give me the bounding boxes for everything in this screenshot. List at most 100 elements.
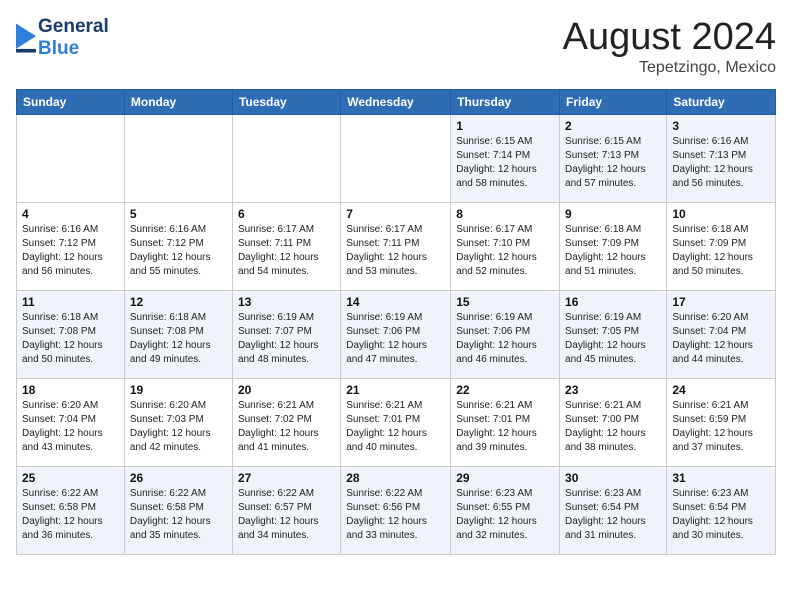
week-row-5: 25 Sunrise: 6:22 AM Sunset: 6:58 PM Dayli…: [17, 467, 776, 555]
calendar-cell: 4 Sunrise: 6:16 AM Sunset: 7:12 PM Daylig…: [17, 203, 125, 291]
day-info: Sunrise: 6:19 AM Sunset: 7:06 PM Dayligh…: [456, 311, 554, 367]
day-number: 20: [238, 383, 335, 397]
day-number: 22: [456, 383, 554, 397]
calendar-cell: 1 Sunrise: 6:15 AM Sunset: 7:14 PM Daylig…: [451, 115, 560, 203]
day-info: Sunrise: 6:16 AM Sunset: 7:12 PM Dayligh…: [22, 223, 119, 279]
calendar-cell: 5Sunrise: 6:16 AM Sunset: 7:12 PM Daylig…: [124, 203, 232, 291]
day-info: Sunrise: 6:15 AM Sunset: 7:13 PM Dayligh…: [565, 135, 661, 191]
day-info: Sunrise: 6:19 AM Sunset: 7:05 PM Dayligh…: [565, 311, 661, 367]
calendar-cell: 31 Sunrise: 6:23 AM Sunset: 6:54 PM Dayli…: [667, 467, 776, 555]
calendar-cell: 2 Sunrise: 6:15 AM Sunset: 7:13 PM Daylig…: [560, 115, 667, 203]
day-number: 18: [22, 383, 119, 397]
calendar-cell: [17, 115, 125, 203]
week-row-3: 11 Sunrise: 6:18 AM Sunset: 7:08 PM Dayli…: [17, 291, 776, 379]
day-info: Sunrise: 6:21 AM Sunset: 7:01 PM Dayligh…: [346, 399, 445, 455]
weekday-header-saturday: Saturday: [667, 90, 776, 115]
day-number: 14: [346, 295, 445, 309]
day-number: 19: [130, 383, 227, 397]
day-info: Sunrise: 6:15 AM Sunset: 7:14 PM Dayligh…: [456, 135, 554, 191]
calendar-cell: [232, 115, 340, 203]
day-info: Sunrise: 6:20 AM Sunset: 7:03 PM Dayligh…: [130, 399, 227, 455]
week-row-4: 18 Sunrise: 6:20 AM Sunset: 7:04 PM Dayli…: [17, 379, 776, 467]
day-number: 15: [456, 295, 554, 309]
day-info: Sunrise: 6:18 AM Sunset: 7:08 PM Dayligh…: [22, 311, 119, 367]
calendar-cell: [341, 115, 451, 203]
calendar-cell: 6 Sunrise: 6:17 AM Sunset: 7:11 PM Daylig…: [232, 203, 340, 291]
logo: General Blue: [16, 16, 109, 60]
calendar-cell: 15 Sunrise: 6:19 AM Sunset: 7:06 PM Dayli…: [451, 291, 560, 379]
day-number: 4: [22, 207, 119, 221]
calendar-cell: 25 Sunrise: 6:22 AM Sunset: 6:58 PM Dayli…: [17, 467, 125, 555]
day-info: Sunrise: 6:18 AM Sunset: 7:09 PM Dayligh…: [565, 223, 661, 279]
calendar-cell: 3 Sunrise: 6:16 AM Sunset: 7:13 PM Daylig…: [667, 115, 776, 203]
day-number: 3: [672, 119, 770, 133]
weekday-header-tuesday: Tuesday: [232, 90, 340, 115]
logo-icon: [16, 23, 36, 53]
calendar-cell: 16 Sunrise: 6:19 AM Sunset: 7:05 PM Dayli…: [560, 291, 667, 379]
calendar-cell: 19 Sunrise: 6:20 AM Sunset: 7:03 PM Dayli…: [124, 379, 232, 467]
calendar-cell: 20Sunrise: 6:21 AM Sunset: 7:02 PM Dayli…: [232, 379, 340, 467]
calendar-cell: 21Sunrise: 6:21 AM Sunset: 7:01 PM Dayli…: [341, 379, 451, 467]
weekday-header-row: SundayMondayTuesdayWednesdayThursdayFrid…: [17, 90, 776, 115]
day-info: Sunrise: 6:21 AM Sunset: 7:01 PM Dayligh…: [456, 399, 554, 455]
day-number: 12: [130, 295, 227, 309]
weekday-header-friday: Friday: [560, 90, 667, 115]
day-number: 29: [456, 471, 554, 485]
day-number: 6: [238, 207, 335, 221]
day-number: 8: [456, 207, 554, 221]
day-number: 24: [672, 383, 770, 397]
day-info: Sunrise: 6:23 AM Sunset: 6:54 PM Dayligh…: [565, 487, 661, 543]
day-info: Sunrise: 6:22 AM Sunset: 6:58 PM Dayligh…: [22, 487, 119, 543]
day-number: 11: [22, 295, 119, 309]
day-number: 17: [672, 295, 770, 309]
calendar-cell: 11 Sunrise: 6:18 AM Sunset: 7:08 PM Dayli…: [17, 291, 125, 379]
day-info: Sunrise: 6:17 AM Sunset: 7:11 PM Dayligh…: [238, 223, 335, 279]
day-info: Sunrise: 6:16 AM Sunset: 7:13 PM Dayligh…: [672, 135, 770, 191]
calendar-cell: 12 Sunrise: 6:18 AM Sunset: 7:08 PM Dayli…: [124, 291, 232, 379]
day-info: Sunrise: 6:17 AM Sunset: 7:10 PM Dayligh…: [456, 223, 554, 279]
logo-blue-text: Blue: [38, 38, 109, 60]
calendar-cell: 29Sunrise: 6:23 AM Sunset: 6:55 PM Dayli…: [451, 467, 560, 555]
day-info: Sunrise: 6:22 AM Sunset: 6:57 PM Dayligh…: [238, 487, 335, 543]
calendar-cell: 14 Sunrise: 6:19 AM Sunset: 7:06 PM Dayli…: [341, 291, 451, 379]
weekday-header-wednesday: Wednesday: [341, 90, 451, 115]
day-info: Sunrise: 6:20 AM Sunset: 7:04 PM Dayligh…: [672, 311, 770, 367]
day-info: Sunrise: 6:20 AM Sunset: 7:04 PM Dayligh…: [22, 399, 119, 455]
calendar-cell: 27Sunrise: 6:22 AM Sunset: 6:57 PM Dayli…: [232, 467, 340, 555]
location-subtitle: Tepetzingo, Mexico: [563, 59, 776, 77]
calendar-cell: 17 Sunrise: 6:20 AM Sunset: 7:04 PM Dayli…: [667, 291, 776, 379]
calendar-cell: 24Sunrise: 6:21 AM Sunset: 6:59 PM Dayli…: [667, 379, 776, 467]
day-number: 10: [672, 207, 770, 221]
day-number: 31: [672, 471, 770, 485]
day-number: 13: [238, 295, 335, 309]
calendar-cell: 28Sunrise: 6:22 AM Sunset: 6:56 PM Dayli…: [341, 467, 451, 555]
day-info: Sunrise: 6:18 AM Sunset: 7:08 PM Dayligh…: [130, 311, 227, 367]
day-info: Sunrise: 6:22 AM Sunset: 6:56 PM Dayligh…: [346, 487, 445, 543]
weekday-header-monday: Monday: [124, 90, 232, 115]
calendar-cell: 10Sunrise: 6:18 AM Sunset: 7:09 PM Dayli…: [667, 203, 776, 291]
day-info: Sunrise: 6:21 AM Sunset: 7:00 PM Dayligh…: [565, 399, 661, 455]
day-number: 2: [565, 119, 661, 133]
calendar-body: 1 Sunrise: 6:15 AM Sunset: 7:14 PM Daylig…: [17, 115, 776, 555]
logo-general-text: General: [38, 16, 109, 38]
calendar-cell: 9 Sunrise: 6:18 AM Sunset: 7:09 PM Daylig…: [560, 203, 667, 291]
day-number: 30: [565, 471, 661, 485]
day-number: 26: [130, 471, 227, 485]
week-row-1: 1 Sunrise: 6:15 AM Sunset: 7:14 PM Daylig…: [17, 115, 776, 203]
day-info: Sunrise: 6:19 AM Sunset: 7:06 PM Dayligh…: [346, 311, 445, 367]
day-info: Sunrise: 6:22 AM Sunset: 6:58 PM Dayligh…: [130, 487, 227, 543]
calendar-table: SundayMondayTuesdayWednesdayThursdayFrid…: [16, 89, 776, 555]
week-row-2: 4 Sunrise: 6:16 AM Sunset: 7:12 PM Daylig…: [17, 203, 776, 291]
calendar-cell: [124, 115, 232, 203]
day-number: 23: [565, 383, 661, 397]
weekday-header-sunday: Sunday: [17, 90, 125, 115]
day-info: Sunrise: 6:23 AM Sunset: 6:54 PM Dayligh…: [672, 487, 770, 543]
day-number: 9: [565, 207, 661, 221]
calendar-cell: 23 Sunrise: 6:21 AM Sunset: 7:00 PM Dayli…: [560, 379, 667, 467]
page-header: General Blue August 2024 Tepetzingo, Mex…: [16, 16, 776, 77]
calendar-cell: 7Sunrise: 6:17 AM Sunset: 7:11 PM Daylig…: [341, 203, 451, 291]
day-number: 16: [565, 295, 661, 309]
day-number: 25: [22, 471, 119, 485]
calendar-cell: 22 Sunrise: 6:21 AM Sunset: 7:01 PM Dayli…: [451, 379, 560, 467]
day-number: 1: [456, 119, 554, 133]
